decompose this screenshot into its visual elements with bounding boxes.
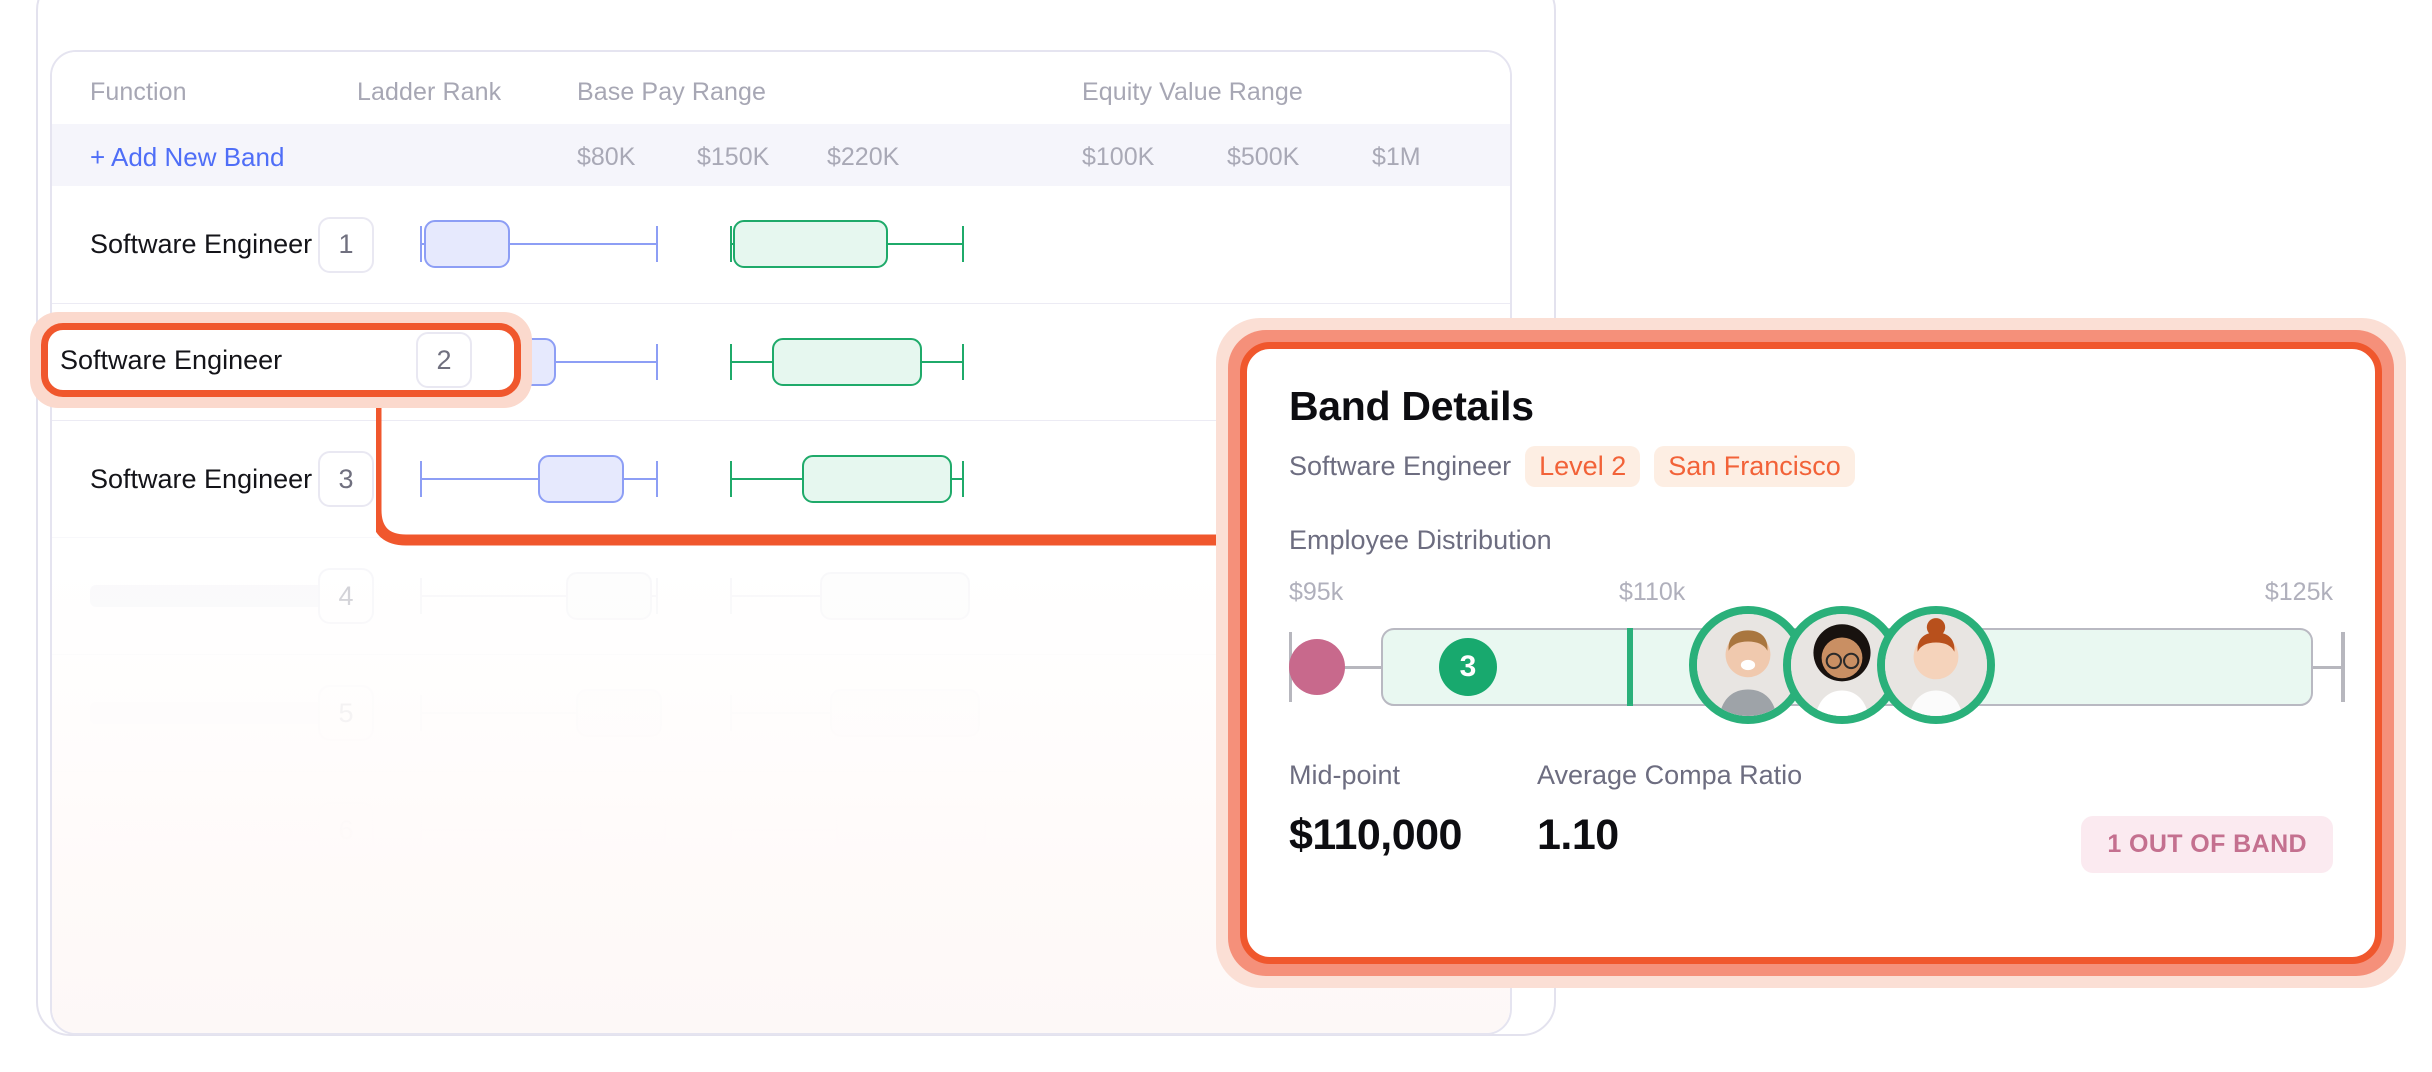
base-pay-boxplot <box>420 683 662 743</box>
out-of-band-employee-dot[interactable] <box>1289 639 1345 695</box>
out-of-band-badge: 1 OUT OF BAND <box>2081 816 2333 873</box>
equity-tick-1: $500K <box>1227 143 1300 171</box>
panel-metrics: Mid-point $110,000 Average Compa Ratio 1… <box>1289 760 2333 880</box>
equity-tick-0: $100K <box>1082 143 1155 171</box>
metric-mid-point: Mid-point $110,000 <box>1289 760 1462 860</box>
base-tick-0: $80K <box>577 143 636 171</box>
axis-cap-far-right <box>2341 632 2344 702</box>
column-header-function: Function <box>90 78 187 106</box>
distribution-track: 3 <box>1289 606 2345 724</box>
equity-boxplot <box>730 214 964 274</box>
panel-title: Band Details <box>1289 383 1534 429</box>
add-new-band-button[interactable]: + Add New Band <box>90 142 284 173</box>
equity-boxplot <box>730 566 970 626</box>
in-band-count-badge: 3 <box>1439 638 1497 696</box>
base-pay-boxplot <box>420 449 658 509</box>
base-pay-boxplot <box>420 800 666 860</box>
cell-function: Software Engineer <box>90 463 313 494</box>
cell-ladder-rank: 1 <box>318 216 374 273</box>
level-chip[interactable]: Level 2 <box>1525 446 1641 487</box>
cell-ladder-rank: 4 <box>318 568 374 624</box>
cell-function: Software Engineer <box>90 229 313 259</box>
column-header-ladder-rank: Ladder Rank <box>357 78 502 106</box>
metric-value: 1.10 <box>1537 811 1619 859</box>
scale-tick-min: $95k <box>1289 578 1344 606</box>
screenshot-root: Function Ladder Rank Base Pay Range Equi… <box>0 0 2432 1072</box>
table-header-row: Function Ladder Rank Base Pay Range Equi… <box>52 52 1510 124</box>
base-tick-1: $150K <box>697 143 770 171</box>
band-midpoint-marker <box>1627 628 1633 706</box>
selected-row-function: Software Engineer <box>60 345 283 375</box>
equity-tick-2: $1M <box>1372 143 1421 171</box>
base-pay-boxplot <box>420 566 658 626</box>
panel-subtitle-row: Software Engineer Level 2 San Francisco <box>1289 446 2333 487</box>
scale-axis-row: + Add New Band $80K $150K $220K $100K $5… <box>52 124 1510 186</box>
cell-ladder-rank: 3 <box>318 451 374 507</box>
location-chip[interactable]: San Francisco <box>1654 446 1855 487</box>
metric-label: Mid-point <box>1289 760 1401 790</box>
cell-ladder-rank: 5 <box>318 685 374 741</box>
cell-ladder-rank: 6 <box>318 802 374 858</box>
band-details-panel: Band Details Software Engineer Level 2 S… <box>1240 342 2382 964</box>
column-header-equity-value-range: Equity Value Range <box>1082 78 1303 106</box>
employee-distribution-label: Employee Distribution <box>1289 525 1552 555</box>
equity-boxplot <box>730 449 964 509</box>
selected-row-ladder-rank: 2 <box>416 332 472 388</box>
metric-label: Average Compa Ratio <box>1537 760 1803 790</box>
base-pay-boxplot <box>420 214 658 274</box>
base-tick-2: $220K <box>827 143 900 171</box>
column-header-base-pay-range: Base Pay Range <box>577 78 767 106</box>
equity-boxplot <box>730 332 964 392</box>
avatar-employee-3[interactable] <box>1877 606 1995 724</box>
scale-tick-mid: $110k <box>1619 578 1686 606</box>
scale-tick-max: $125k <box>2264 578 2333 606</box>
metric-value: $110,000 <box>1289 811 1462 859</box>
equity-boxplot <box>730 800 986 860</box>
employee-distribution-chart: $95k $110k $125k 3 <box>1289 578 2345 738</box>
table-row[interactable]: Software Engineer 1 <box>52 186 1510 303</box>
metric-average-compa-ratio: Average Compa Ratio 1.10 <box>1537 760 1802 860</box>
equity-boxplot <box>730 683 980 743</box>
panel-role-label: Software Engineer <box>1289 451 1512 481</box>
